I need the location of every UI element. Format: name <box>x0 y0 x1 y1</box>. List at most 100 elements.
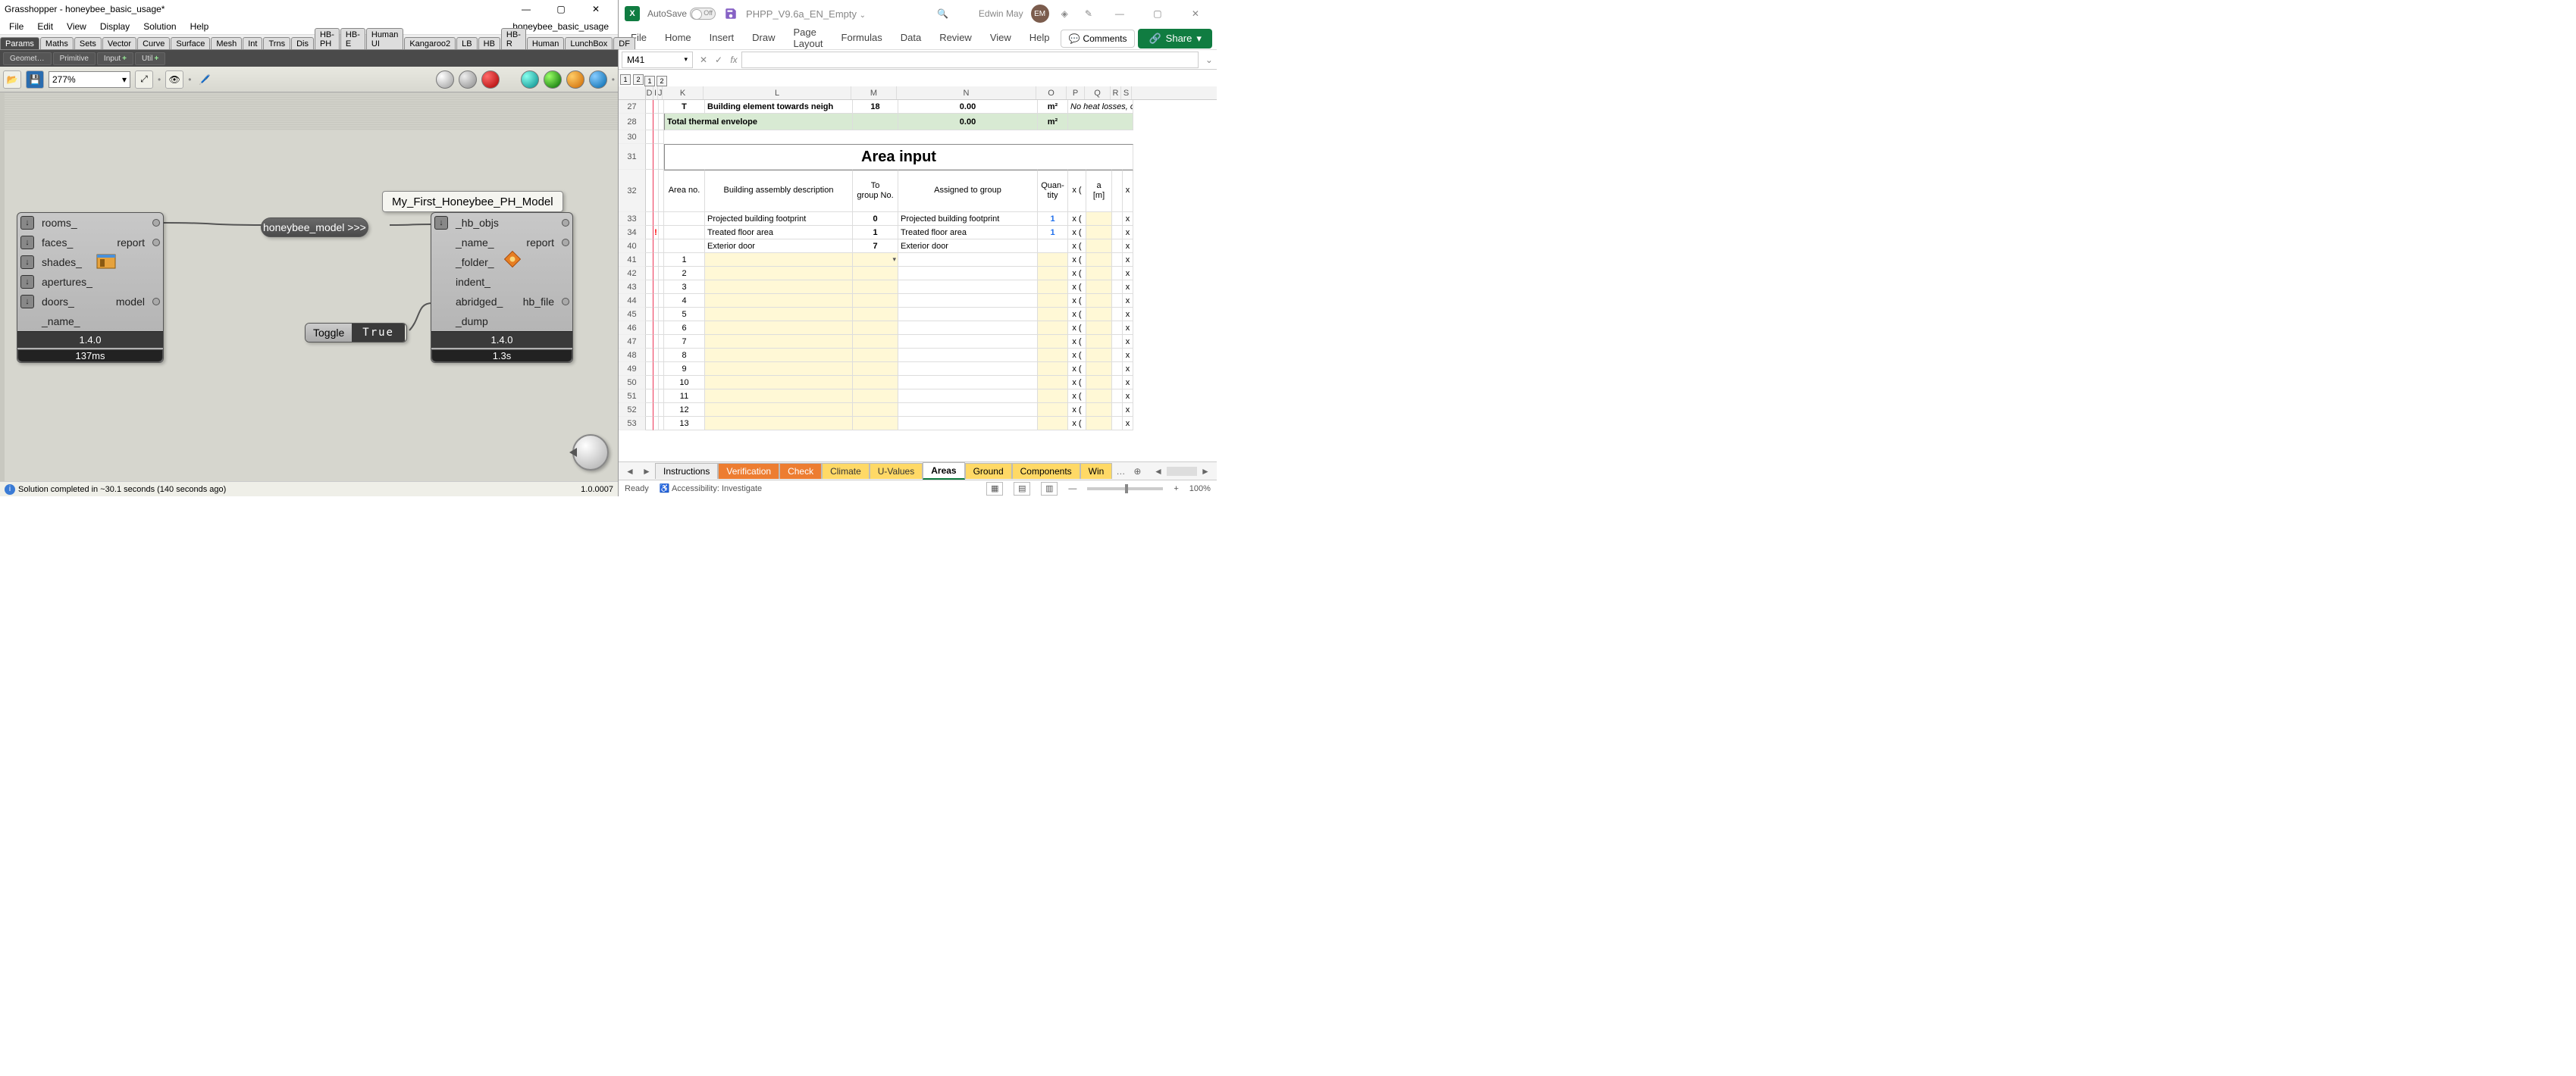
row-header[interactable]: 48 <box>619 349 646 362</box>
group-no[interactable] <box>853 417 898 430</box>
area-no[interactable]: 8 <box>664 349 705 362</box>
cell[interactable] <box>1112 362 1123 376</box>
assigned-group[interactable] <box>898 294 1038 308</box>
quantity[interactable] <box>1038 403 1068 417</box>
area-no[interactable]: 3 <box>664 280 705 294</box>
assigned-group[interactable] <box>898 335 1038 349</box>
port-in-icon[interactable]: ↓ <box>20 216 34 230</box>
orb-silver-icon[interactable] <box>436 70 454 89</box>
a-dim[interactable] <box>1086 321 1112 335</box>
assembly-desc[interactable]: Exterior door <box>705 239 853 253</box>
gutter-cell[interactable] <box>659 376 664 389</box>
quantity[interactable] <box>1038 239 1068 253</box>
menu-display[interactable]: Display <box>94 20 136 33</box>
gutter-cell[interactable] <box>659 362 664 376</box>
area-no[interactable]: 7 <box>664 335 705 349</box>
cell[interactable] <box>1112 253 1123 267</box>
group-no[interactable] <box>853 267 898 280</box>
row-header[interactable]: 50 <box>619 376 646 389</box>
assigned-group[interactable]: Exterior door <box>898 239 1038 253</box>
quantity[interactable] <box>1038 253 1068 267</box>
area-no[interactable] <box>664 239 705 253</box>
quantity[interactable] <box>1038 308 1068 321</box>
area-no[interactable]: 6 <box>664 321 705 335</box>
xp[interactable]: x ( <box>1068 362 1086 376</box>
autosave-toggle[interactable]: AutoSave Off <box>647 8 716 20</box>
a-dim[interactable] <box>1086 376 1112 389</box>
cell[interactable] <box>1112 226 1123 239</box>
a-dim[interactable] <box>1086 294 1112 308</box>
gutter-cell[interactable] <box>653 114 659 130</box>
element-name[interactable]: Building element towards neigh <box>705 100 853 114</box>
row-outline-2[interactable]: 2 <box>633 74 644 85</box>
row-header[interactable]: 51 <box>619 389 646 403</box>
port-in-icon[interactable]: ↓ <box>20 255 34 269</box>
row-header[interactable]: 46 <box>619 321 646 335</box>
a-dim[interactable] <box>1086 267 1112 280</box>
zoom-extents-icon[interactable]: ⤢ <box>135 70 153 89</box>
x[interactable]: x <box>1123 280 1133 294</box>
cell[interactable] <box>853 114 898 130</box>
row-header[interactable]: 30 <box>619 130 646 144</box>
sheet-climate[interactable]: Climate <box>822 463 870 479</box>
cell[interactable] <box>1112 389 1123 403</box>
assembly-desc[interactable] <box>705 417 853 430</box>
gutter-cell[interactable] <box>646 403 653 417</box>
group-no[interactable] <box>853 403 898 417</box>
cell[interactable] <box>1112 170 1123 212</box>
gutter-cell[interactable] <box>659 130 664 144</box>
envelope-val[interactable]: 0.00 <box>898 114 1038 130</box>
formula-input[interactable] <box>741 52 1199 68</box>
search-icon[interactable]: 🔍 <box>937 8 948 19</box>
assigned-group[interactable]: Projected building footprint <box>898 212 1038 226</box>
x[interactable]: x <box>1123 226 1133 239</box>
row-header[interactable]: 34 <box>619 226 646 239</box>
tab-sets[interactable]: Sets <box>74 37 102 49</box>
sheet-win[interactable]: Win <box>1080 463 1113 479</box>
area-no[interactable]: 13 <box>664 417 705 430</box>
ribbon-layout[interactable]: Page Layout <box>786 23 831 54</box>
menu-solution[interactable]: Solution <box>137 20 182 33</box>
assembly-desc[interactable] <box>705 349 853 362</box>
expand-formula-icon[interactable]: ⌄ <box>1202 55 1217 65</box>
hdr-desc[interactable]: Building assembly description <box>705 170 853 212</box>
gutter-cell[interactable] <box>646 389 653 403</box>
gh-canvas[interactable]: ↓rooms_ ↓faces_report ↓shades_ ↓aperture… <box>0 92 618 481</box>
gutter-cell[interactable]: ! <box>653 226 659 239</box>
zoom-in-icon[interactable]: + <box>1174 484 1178 493</box>
hb-model-component[interactable]: ↓rooms_ ↓faces_report ↓shades_ ↓aperture… <box>17 212 164 363</box>
ribbon-formulas[interactable]: Formulas <box>834 29 890 48</box>
group-no[interactable] <box>853 362 898 376</box>
share-button[interactable]: 🔗 Share ▾ <box>1138 29 1211 48</box>
x[interactable]: x <box>1123 253 1133 267</box>
gutter-cell[interactable] <box>659 226 664 239</box>
tab-vector[interactable]: Vector <box>102 37 136 49</box>
orb-green-icon[interactable] <box>544 70 562 89</box>
gutter-cell[interactable] <box>646 362 653 376</box>
outline-level-1[interactable]: 1 <box>644 76 655 86</box>
element-val[interactable]: 0.00 <box>898 100 1038 114</box>
cell[interactable] <box>1112 349 1123 362</box>
assembly-desc[interactable]: Treated floor area <box>705 226 853 239</box>
zoom-percent[interactable]: 100% <box>1189 484 1211 493</box>
row-header[interactable]: 40 <box>619 239 646 253</box>
menu-file[interactable]: File <box>3 20 30 33</box>
gutter-cell[interactable] <box>646 267 653 280</box>
minimize-button[interactable]: — <box>509 0 544 18</box>
gutter-cell[interactable] <box>653 294 659 308</box>
hdr-x[interactable]: x <box>1123 170 1133 212</box>
cell[interactable] <box>1112 376 1123 389</box>
gutter-cell[interactable] <box>646 130 653 144</box>
assigned-group[interactable] <box>898 362 1038 376</box>
canvas-compass-icon[interactable] <box>572 434 609 471</box>
gutter-cell[interactable] <box>653 144 659 170</box>
a-dim[interactable] <box>1086 308 1112 321</box>
sheet-nav-next[interactable]: ► <box>638 466 655 477</box>
envelope-label[interactable]: Total thermal envelope <box>664 114 853 130</box>
gutter-cell[interactable] <box>653 239 659 253</box>
view-page-layout-icon[interactable]: ▤ <box>1014 482 1030 496</box>
switch-icon[interactable]: Off <box>690 8 716 20</box>
hdr-grp[interactable]: Togroup No. <box>853 170 898 212</box>
maximize-button[interactable]: ▢ <box>1142 3 1173 24</box>
gutter-cell[interactable] <box>646 212 653 226</box>
